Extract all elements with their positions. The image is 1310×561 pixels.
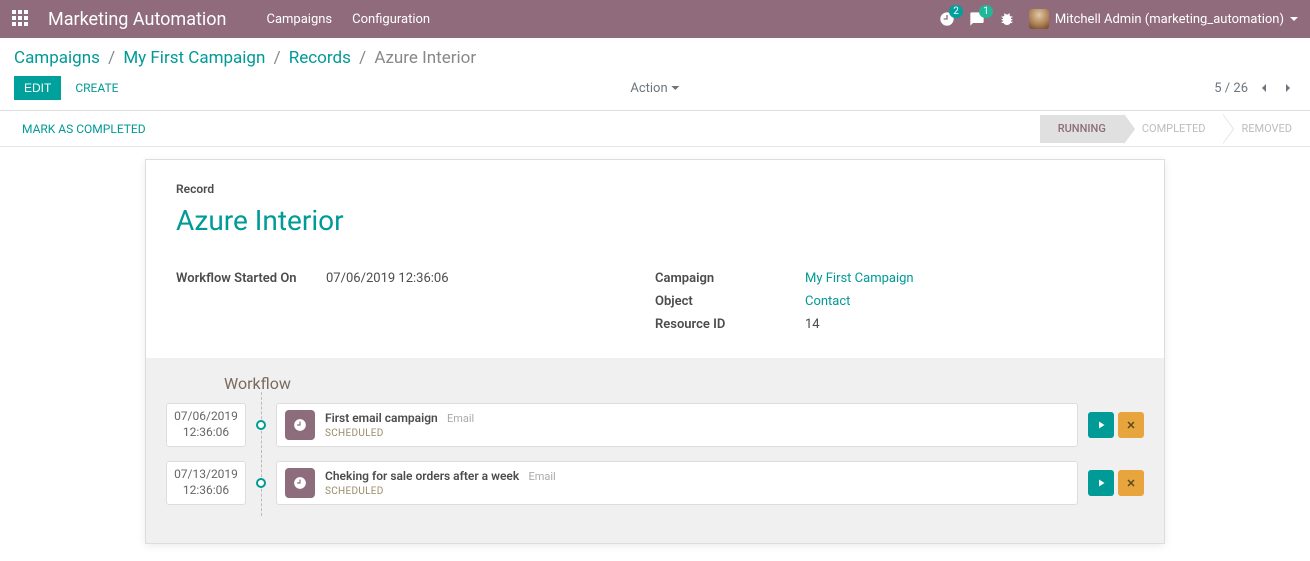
- status-bar: MARK AS COMPLETED RUNNING COMPLETED REMO…: [0, 111, 1310, 147]
- workflow-started-value: 07/06/2019 12:36:06: [326, 271, 449, 286]
- cancel-activity-button[interactable]: [1118, 412, 1144, 438]
- workflow-title: Workflow: [224, 374, 1144, 393]
- form-sheet: Record Azure Interior Workflow Started O…: [145, 159, 1165, 544]
- workflow-card: Cheking for sale orders after a week Ema…: [276, 461, 1078, 505]
- resource-id-value: 14: [805, 317, 820, 332]
- pager-next-icon[interactable]: [1280, 80, 1296, 96]
- breadcrumb-current: Azure Interior: [374, 48, 476, 68]
- app-brand[interactable]: Marketing Automation: [48, 9, 226, 30]
- workflow-time: 12:36:06: [171, 483, 241, 499]
- breadcrumb-my-first-campaign[interactable]: My First Campaign: [123, 48, 265, 68]
- close-icon: [1125, 477, 1137, 489]
- cancel-activity-button[interactable]: [1118, 470, 1144, 496]
- object-value-link[interactable]: Contact: [805, 294, 850, 309]
- pager-prev-icon[interactable]: [1256, 80, 1272, 96]
- chat-badge: 1: [979, 5, 993, 18]
- object-label: Object: [655, 294, 805, 309]
- workflow-section: Workflow 07/06/2019 12:36:06 Fir: [146, 358, 1164, 543]
- clock-icon: [293, 476, 307, 490]
- workflow-date: 07/13/2019: [171, 467, 241, 483]
- control-bar: Campaigns / My First Campaign / Records …: [0, 38, 1310, 111]
- close-icon: [1125, 419, 1137, 431]
- chevron-down-icon: [672, 86, 680, 90]
- avatar: [1029, 9, 1049, 29]
- workflow-date-box: 07/06/2019 12:36:06: [166, 403, 246, 446]
- bug-icon: [999, 11, 1015, 27]
- clock-notification[interactable]: 2: [939, 11, 955, 27]
- workflow-date-box: 07/13/2019 12:36:06: [166, 461, 246, 504]
- debug-menu[interactable]: [999, 11, 1015, 27]
- nav-configuration[interactable]: Configuration: [352, 12, 430, 27]
- mark-completed-button[interactable]: MARK AS COMPLETED: [22, 122, 146, 136]
- campaign-value-link[interactable]: My First Campaign: [805, 271, 914, 286]
- workflow-date: 07/06/2019: [171, 409, 241, 425]
- status-completed[interactable]: COMPLETED: [1124, 115, 1224, 143]
- activity-type-icon-box: [285, 468, 315, 498]
- workflow-time: 12:36:06: [171, 425, 241, 441]
- run-activity-button[interactable]: [1088, 470, 1114, 496]
- main-navbar: Marketing Automation Campaigns Configura…: [0, 0, 1310, 38]
- clock-badge: 2: [949, 5, 963, 18]
- user-name: Mitchell Admin (marketing_automation): [1055, 12, 1284, 27]
- status-running[interactable]: RUNNING: [1040, 115, 1124, 143]
- workflow-activity-status: SCHEDULED: [325, 486, 1069, 497]
- activity-type-icon-box: [285, 410, 315, 440]
- play-icon: [1095, 477, 1107, 489]
- create-button[interactable]: CREATE: [75, 81, 118, 95]
- nav-campaigns[interactable]: Campaigns: [266, 12, 332, 27]
- workflow-item: 07/13/2019 12:36:06 Cheking for sale ord…: [166, 461, 1144, 505]
- breadcrumb-campaigns[interactable]: Campaigns: [14, 48, 100, 68]
- campaign-label: Campaign: [655, 271, 805, 286]
- record-label: Record: [176, 182, 1134, 196]
- chevron-down-icon: [1290, 17, 1298, 21]
- clock-icon: [293, 418, 307, 432]
- apps-icon[interactable]: [12, 10, 30, 28]
- user-menu[interactable]: Mitchell Admin (marketing_automation): [1029, 9, 1298, 29]
- pager-text[interactable]: 5 / 26: [1214, 81, 1248, 96]
- breadcrumb: Campaigns / My First Campaign / Records …: [0, 38, 1310, 72]
- chat-notification[interactable]: 1: [969, 11, 985, 27]
- workflow-activity-type: Email: [528, 470, 555, 483]
- workflow-card: First email campaign Email SCHEDULED: [276, 403, 1078, 447]
- timeline-dot-icon: [256, 478, 266, 488]
- status-removed[interactable]: REMOVED: [1223, 115, 1310, 143]
- resource-id-label: Resource ID: [655, 317, 805, 332]
- breadcrumb-records[interactable]: Records: [289, 48, 351, 68]
- workflow-activity-title: First email campaign: [325, 411, 438, 425]
- workflow-started-label: Workflow Started On: [176, 271, 326, 286]
- workflow-activity-title: Cheking for sale orders after a week: [325, 469, 519, 483]
- run-activity-button[interactable]: [1088, 412, 1114, 438]
- workflow-activity-status: SCHEDULED: [325, 428, 1069, 439]
- play-icon: [1095, 419, 1107, 431]
- record-name-link[interactable]: Azure Interior: [176, 204, 1134, 237]
- workflow-activity-type: Email: [447, 412, 474, 425]
- timeline-dot-icon: [256, 420, 266, 430]
- workflow-item: 07/06/2019 12:36:06 First email campaign…: [166, 403, 1144, 447]
- action-dropdown[interactable]: Action: [630, 81, 679, 96]
- edit-button[interactable]: EDIT: [14, 76, 61, 100]
- action-label: Action: [630, 81, 667, 96]
